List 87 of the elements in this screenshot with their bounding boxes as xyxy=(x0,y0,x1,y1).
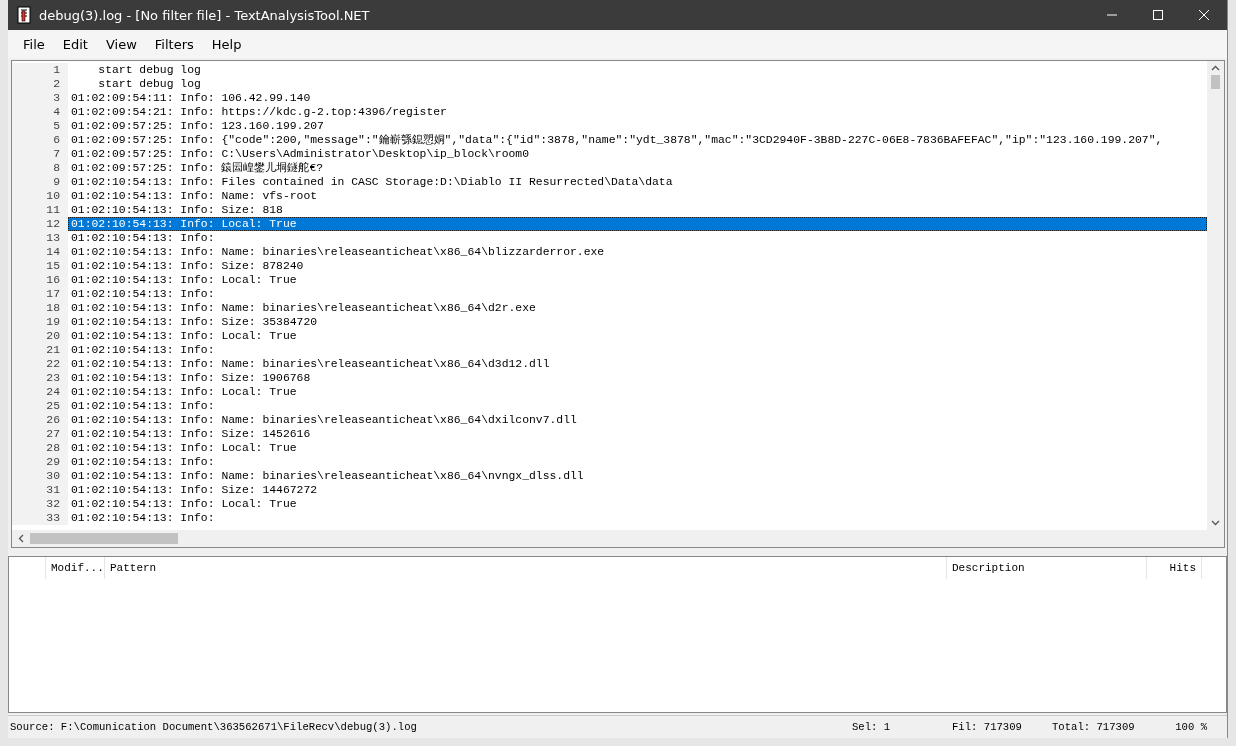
menu-item[interactable]: View xyxy=(96,34,146,54)
menu-item[interactable]: Edit xyxy=(53,34,97,54)
column-header[interactable]: Description xyxy=(947,557,1147,579)
line-number: 3 xyxy=(12,91,68,105)
log-line[interactable]: 01:02:10:54:13: Info: Size: 878240 xyxy=(68,259,1207,273)
line-number: 21 xyxy=(12,343,68,357)
line-number: 19 xyxy=(12,315,68,329)
log-line[interactable]: 01:02:09:57:25: Info: {"code":200,"message":"鑰嶄綔鎴愬姛","data":{"id":3878,"name":"ydt_3878","mac":"3CD2940F-3B8D-227C-06E8-7836BAFEFAC","ip":"123.160.199.207", xyxy=(68,133,1207,147)
selected-count: Sel: 1 xyxy=(852,721,892,733)
line-number: 23 xyxy=(12,371,68,385)
log-line[interactable]: 01:02:10:54:13: Info: Local: True xyxy=(68,273,1207,287)
log-line[interactable]: 01:02:10:54:13: Info: xyxy=(68,343,1207,357)
line-number: 28 xyxy=(12,441,68,455)
line-number: 26 xyxy=(12,413,68,427)
log-line[interactable]: start debug log xyxy=(68,77,1207,91)
line-number: 1 xyxy=(12,63,68,77)
log-line[interactable]: 01:02:10:54:13: Info: Name: binaries\releaseanticheat\x86_64\d3d12.dll xyxy=(68,357,1207,371)
log-line[interactable]: 01:02:10:54:13: Info: Size: 1906768 xyxy=(68,371,1207,385)
log-line[interactable]: 01:02:10:54:13: Info: Local: True xyxy=(68,329,1207,343)
log-line[interactable]: 01:02:10:54:13: Info: Local: True xyxy=(68,497,1207,511)
log-line[interactable]: 01:02:10:54:13: Info: xyxy=(68,231,1207,245)
maximize-icon xyxy=(1152,9,1164,21)
line-number: 32 xyxy=(12,497,68,511)
log-line[interactable]: 01:02:10:54:13: Info: Name: binaries\releaseanticheat\x86_64\blizzarderror.exe xyxy=(68,245,1207,259)
scroll-thumb[interactable] xyxy=(1211,75,1220,89)
line-number: 33 xyxy=(12,511,68,525)
log-line[interactable]: 01:02:10:54:13: Info: xyxy=(68,399,1207,413)
log-line[interactable]: 01:02:09:54:21: Info: https://kdc.g-2.top:4396/register xyxy=(68,105,1207,119)
log-line[interactable]: 01:02:09:57:25: Info: 鎱囩崲鐢儿垌鐩舵€? xyxy=(68,161,1207,175)
scroll-thumb[interactable] xyxy=(30,533,178,544)
line-number: 16 xyxy=(12,273,68,287)
line-number: 20 xyxy=(12,329,68,343)
log-line[interactable]: 01:02:10:54:13: Info: Name: binaries\releaseanticheat\x86_64\dxilconv7.dll xyxy=(68,413,1207,427)
log-line[interactable]: 01:02:09:57:25: Info: C:\Users\Administrator\Desktop\ip_block\room0 xyxy=(68,147,1207,161)
column-header[interactable]: Hits xyxy=(1147,557,1202,579)
line-number: 11 xyxy=(12,203,68,217)
line-number: 9 xyxy=(12,175,68,189)
log-line[interactable]: 01:02:10:54:13: Info: xyxy=(68,511,1207,525)
log-line[interactable]: 01:02:10:54:13: Info: Name: vfs-root xyxy=(68,189,1207,203)
log-line[interactable]: 01:02:10:54:13: Info: Size: 1452616 xyxy=(68,427,1207,441)
menu-item[interactable]: Filters xyxy=(145,34,203,54)
line-number: 4 xyxy=(12,105,68,119)
log-line[interactable]: 01:02:10:54:13: Info: Local: True xyxy=(68,385,1207,399)
log-line[interactable]: 01:02:10:54:13: Info: Files contained in CASC Storage:D:\Diablo II Resurrected\Data\data xyxy=(68,175,1207,189)
close-icon xyxy=(1198,9,1210,21)
line-number: 17 xyxy=(12,287,68,301)
notepad-icon xyxy=(17,6,31,24)
line-number: 10 xyxy=(12,189,68,203)
log-line[interactable]: 01:02:10:54:13: Info: Size: 35384720 xyxy=(68,315,1207,329)
line-number: 15 xyxy=(12,259,68,273)
line-number: 31 xyxy=(12,483,68,497)
log-line[interactable]: 01:02:10:54:13: Info: Size: 818 xyxy=(68,203,1207,217)
line-number: 2 xyxy=(12,77,68,91)
column-header[interactable]: Pattern xyxy=(105,557,947,579)
log-line[interactable]: 01:02:10:54:13: Info: xyxy=(68,287,1207,301)
line-number: 13 xyxy=(12,231,68,245)
line-number: 30 xyxy=(12,469,68,483)
zoom-level: 100 % xyxy=(1174,721,1207,733)
menu-item[interactable]: Help xyxy=(202,34,251,54)
line-number: 8 xyxy=(12,161,68,175)
filtered-count: Fil: 717309 xyxy=(952,721,1023,733)
menu-item[interactable]: File xyxy=(14,34,54,54)
line-number: 6 xyxy=(12,133,68,147)
column-header[interactable]: Modif... xyxy=(46,557,105,579)
line-number: 22 xyxy=(12,357,68,371)
line-number: 7 xyxy=(12,147,68,161)
window-title: debug(3).log - [No filter file] - TextAnalysisTool.NET xyxy=(39,7,370,23)
log-line[interactable]: 01:02:09:57:25: Info: 123.160.199.207 xyxy=(68,119,1207,133)
line-number: 18 xyxy=(12,301,68,315)
log-line[interactable]: 01:02:10:54:13: Info: Local: True xyxy=(68,441,1207,455)
log-line[interactable]: 01:02:10:54:13: Info: Name: binaries\releaseanticheat\x86_64\nvngx_dlss.dll xyxy=(68,469,1207,483)
vertical-scrollbar[interactable] xyxy=(1207,61,1224,530)
log-line[interactable]: start debug log xyxy=(68,63,1207,77)
line-number: 12 xyxy=(12,217,68,231)
total-count: Total: 717309 xyxy=(1052,721,1136,733)
log-line[interactable]: 01:02:10:54:13: Info: Name: binaries\releaseanticheat\x86_64\d2r.exe xyxy=(68,301,1207,315)
line-number: 27 xyxy=(12,427,68,441)
line-number: 25 xyxy=(12,399,68,413)
line-number: 14 xyxy=(12,245,68,259)
log-line[interactable]: 01:02:10:54:13: Info: xyxy=(68,455,1207,469)
line-number: 24 xyxy=(12,385,68,399)
line-number: 29 xyxy=(12,455,68,469)
horizontal-scrollbar[interactable] xyxy=(12,530,1207,547)
line-number: 5 xyxy=(12,119,68,133)
log-line[interactable]: 01:02:09:54:11: Info: 106.42.99.140 xyxy=(68,91,1207,105)
log-line[interactable]: 01:02:10:54:13: Info: Size: 14467272 xyxy=(68,483,1207,497)
source-path: Source: F:\Comunication Document\363562671\FileRecv\debug(3).log xyxy=(9,721,418,733)
